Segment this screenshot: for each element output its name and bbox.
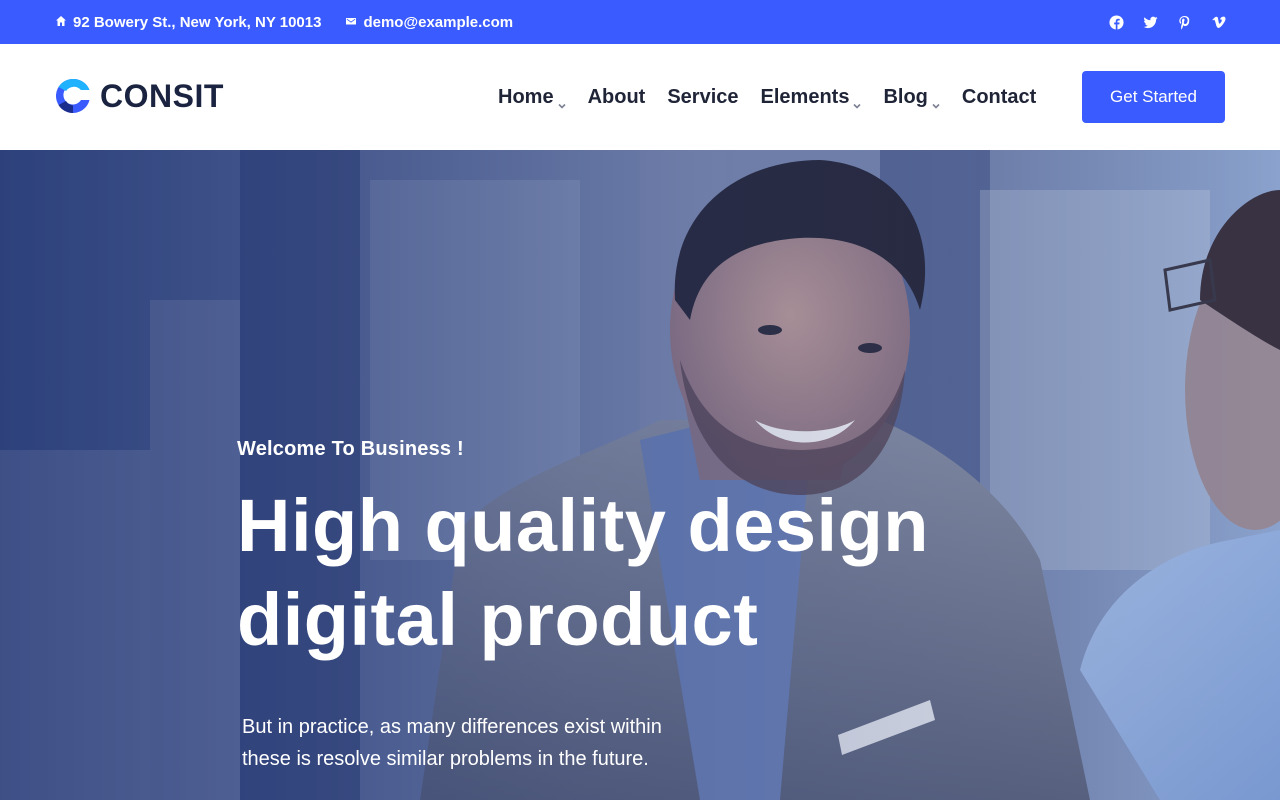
chevron-down-icon — [932, 93, 940, 109]
top-bar: 92 Bowery St., New York, NY 10013 demo@e… — [0, 0, 1280, 44]
logo-text: CONSIT — [100, 77, 224, 114]
address-text: 92 Bowery St., New York, NY 10013 — [73, 13, 322, 31]
nav-item-blog[interactable]: Blog — [883, 86, 940, 109]
pinterest-icon[interactable] — [1176, 14, 1192, 30]
address-item: 92 Bowery St., New York, NY 10013 — [55, 14, 321, 31]
nav-item-service[interactable]: Service — [667, 86, 738, 109]
home-icon — [55, 14, 67, 31]
vimeo-icon[interactable] — [1210, 14, 1226, 30]
twitter-icon[interactable] — [1142, 14, 1158, 30]
contact-info: 92 Bowery St., New York, NY 10013 demo@e… — [55, 0, 513, 44]
mail-icon — [345, 14, 357, 31]
email-item[interactable]: demo@example.com — [345, 14, 513, 31]
hero-headline: High quality design digital product — [237, 479, 997, 667]
chevron-down-icon — [853, 93, 862, 109]
site-header: CONSIT Home About Service Elements Blog … — [0, 44, 1280, 150]
nav-item-about[interactable]: About — [588, 86, 646, 109]
hero-headline-line-2: digital product — [237, 578, 759, 661]
main-nav: Home About Service Elements Blog Contact — [498, 44, 1036, 150]
hero-subtext: But in practice, as many differences exi… — [242, 716, 662, 770]
hero-eyebrow: Welcome To Business ! — [237, 438, 464, 460]
facebook-icon[interactable] — [1108, 14, 1124, 30]
logo-mark-icon — [55, 78, 90, 114]
email-link[interactable]: demo@example.com — [363, 14, 513, 31]
get-started-button[interactable]: Get Started — [1082, 71, 1225, 123]
hero-section: Welcome To Business ! High quality desig… — [0, 150, 1280, 800]
chevron-down-icon — [558, 93, 566, 109]
nav-item-elements[interactable]: Elements — [761, 86, 862, 109]
nav-item-contact[interactable]: Contact — [962, 86, 1036, 109]
nav-item-home[interactable]: Home — [498, 86, 566, 109]
logo[interactable]: CONSIT — [54, 77, 224, 115]
hero-content: Welcome To Business ! High quality desig… — [237, 438, 997, 775]
hero-headline-line-1: High quality design — [237, 484, 929, 567]
social-links — [1108, 0, 1226, 44]
